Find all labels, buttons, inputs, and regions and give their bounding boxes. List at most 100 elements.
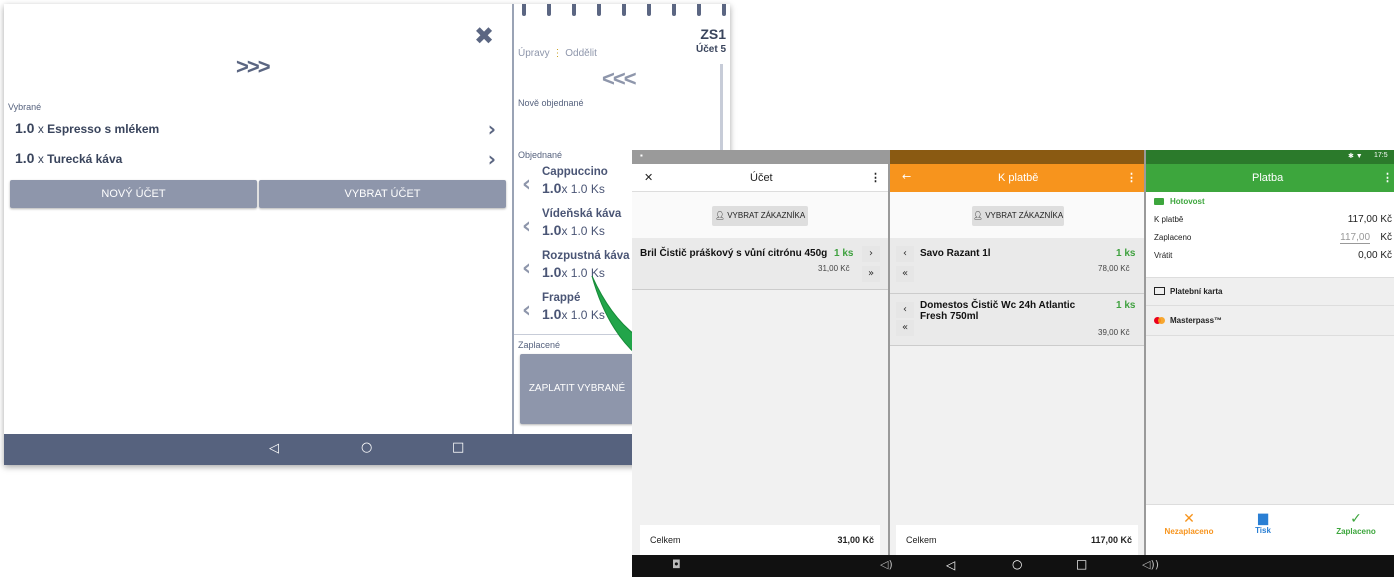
product-qty: 1 ks [1116,300,1136,311]
to-pay-item-row[interactable]: ‹ « Domestos Čistič Wc 24h Atlantic Fres… [890,294,1144,346]
item-name: Espresso s mlékem [47,122,160,136]
menu-icon[interactable]: ⋮ [870,171,881,184]
nav-recent-icon[interactable]: □ [452,440,464,455]
nav-home-icon[interactable]: ○ [1012,557,1022,571]
product-price: 78,00 Kč [1098,264,1130,273]
choose-account-button[interactable]: VYBRAT ÚČET [259,180,506,208]
spiral-ring [572,4,576,16]
card-payment-option[interactable]: Platební karta [1146,278,1394,306]
tab-divider: ⋮ [552,48,563,59]
move-all-right-icon[interactable]: » [862,266,880,282]
chevron-left-icon[interactable]: ‹ [522,298,531,323]
menu-icon[interactable]: ⋮ [1126,171,1137,184]
credit-card-icon [1154,287,1165,295]
move-one-left-icon[interactable]: ‹ [896,246,914,262]
close-icon[interactable]: ✕ [644,171,653,184]
selected-item-row[interactable]: 1.0 x Espresso s mlékem › [15,117,500,141]
paid-label: Zaplacené [518,340,561,350]
move-back-arrows[interactable]: <<< [602,66,637,92]
chevron-left-icon[interactable]: ‹ [522,214,531,239]
item-x: x [37,152,44,166]
ordered-item-qty: 1.0 [542,222,562,238]
move-one-right-icon[interactable]: › [862,246,880,262]
tab-edits[interactable]: Úpravy ⋮ Oddělit [518,48,597,59]
ordered-item-qty: 1.0 [542,264,562,280]
ordered-item[interactable]: ‹ Vídeňská káva 1.0x 1.0 Ks [520,208,640,244]
move-one-left-icon[interactable]: ‹ [896,302,914,318]
ordered-item[interactable]: ‹ Cappuccino 1.0x 1.0 Ks [520,166,640,202]
new-account-button[interactable]: NOVÝ ÚČET [10,180,257,208]
product-price: 39,00 Kč [1098,328,1130,337]
nav-recent-icon[interactable]: □ [1076,557,1087,571]
move-all-left-icon[interactable]: « [896,320,914,336]
selected-item-row[interactable]: 1.0 x Turecká káva › [15,147,500,171]
close-icon[interactable]: ✖ [474,22,494,50]
print-button[interactable]: ▆ Tisk [1238,511,1288,535]
table-code: ZS1 [700,26,726,42]
android-nav-bar: ◘ ◁) ◁ ○ □ ◁)) [632,555,1394,577]
account-label: Účet 5 [695,44,726,55]
to-pay-panel: ← K platbě ⋮ 👤︎ VYBRAT ZÁKAZNÍKA ‹ « Sav… [890,150,1144,555]
ordered-item-name: Vídeňská káva [542,208,622,220]
new-ordered-label: Nově objednané [518,98,584,108]
product-name: Domestos Čistič Wc 24h Atlantic Fresh 75… [920,300,1076,322]
to-pay-title: K platbě [998,172,1039,184]
to-pay-item-row[interactable]: ‹ « Savo Razant 1l 1 ks 78,00 Kč [890,238,1144,294]
status-bar: ▪ [632,150,888,164]
chevron-right-icon[interactable]: › [488,117,496,141]
nav-back-icon[interactable]: ◁ [269,441,279,456]
status-icons: ✱ ▼ [1348,153,1363,160]
nav-home-icon[interactable]: ○ [361,440,372,455]
paid-amount-input[interactable]: 117,00 [1340,232,1370,244]
choose-customer-button[interactable]: 👤︎ VYBRAT ZÁKAZNÍKA [712,206,808,226]
spiral-ring [622,4,626,16]
item-qty: 1.0 [15,120,35,136]
tab-edits-label: Úpravy [518,48,550,59]
status-bar [890,150,1144,164]
status-bar: ✱ ▼ 17:5 [1146,150,1394,164]
back-arrow-icon[interactable]: ← [902,170,911,183]
status-time: 17:5 [1374,152,1388,159]
selected-section-label: Vybrané [8,102,42,112]
item-x: x [37,122,44,136]
nav-back-icon[interactable]: ◁ [946,558,955,572]
to-pay-toolbar: ← K platbě ⋮ [890,164,1144,192]
scrollbar[interactable] [720,64,723,154]
x-icon: ✕ [1183,511,1195,527]
chevron-left-icon[interactable]: ‹ [522,172,531,197]
spiral-ring [697,4,701,16]
choose-customer-button[interactable]: 👤︎ VYBRAT ZÁKAZNÍKA [972,206,1064,226]
unpaid-button[interactable]: ✕ Nezaplaceno [1154,511,1224,536]
to-pay-value: 117,00 Kč [1347,214,1392,225]
cash-section[interactable]: Hotovost K platbě 117,00 Kč Zaplaceno 11… [1146,192,1394,278]
masterpass-option[interactable]: Masterpass™ [1146,306,1394,336]
paid-button[interactable]: ✓ Zaplaceno [1326,511,1386,536]
account-item-row[interactable]: Bril Čistič práškový s vůní citrónu 450g… [632,238,888,290]
paid-button-label: Zaplaceno [1336,527,1376,536]
volume-down-icon[interactable]: ◁) [880,558,893,571]
screenshot-icon[interactable]: ◘ [672,558,681,571]
notification-icon: ▪ [640,151,643,160]
chevron-right-icon[interactable]: › [488,147,496,171]
change-label: Vrátit [1154,251,1173,260]
total-label: Celkem [650,535,681,545]
ordered-item-qty: 1.0 [542,306,562,322]
item-qty: 1.0 [15,150,35,166]
account-toolbar: ✕ Účet ⋮ [632,164,888,192]
payment-actions: ✕ Nezaplaceno ▆ Tisk ✓ Zaplaceno [1146,504,1394,555]
chevron-left-icon[interactable]: ‹ [522,256,531,281]
menu-icon[interactable]: ⋮ [1382,171,1393,184]
move-to-account-arrows[interactable]: >>> [236,54,271,80]
to-pay-label: K platbě [1154,215,1184,224]
ordered-item-unit: x 1.0 Ks [561,182,605,196]
tab-split[interactable]: Oddělit [565,48,597,59]
card-label: Platební karta [1170,287,1223,296]
spiral-ring [647,4,651,16]
product-name: Bril Čistič práškový s vůní citrónu 450g [640,248,828,259]
move-all-left-icon[interactable]: « [896,266,914,282]
product-qty: 1 ks [834,248,854,259]
ordered-item-name: Cappuccino [542,166,608,178]
change-value: 0,00 Kč [1358,250,1392,261]
printer-icon: ▆ [1258,511,1268,526]
volume-up-icon[interactable]: ◁)) [1142,558,1159,571]
